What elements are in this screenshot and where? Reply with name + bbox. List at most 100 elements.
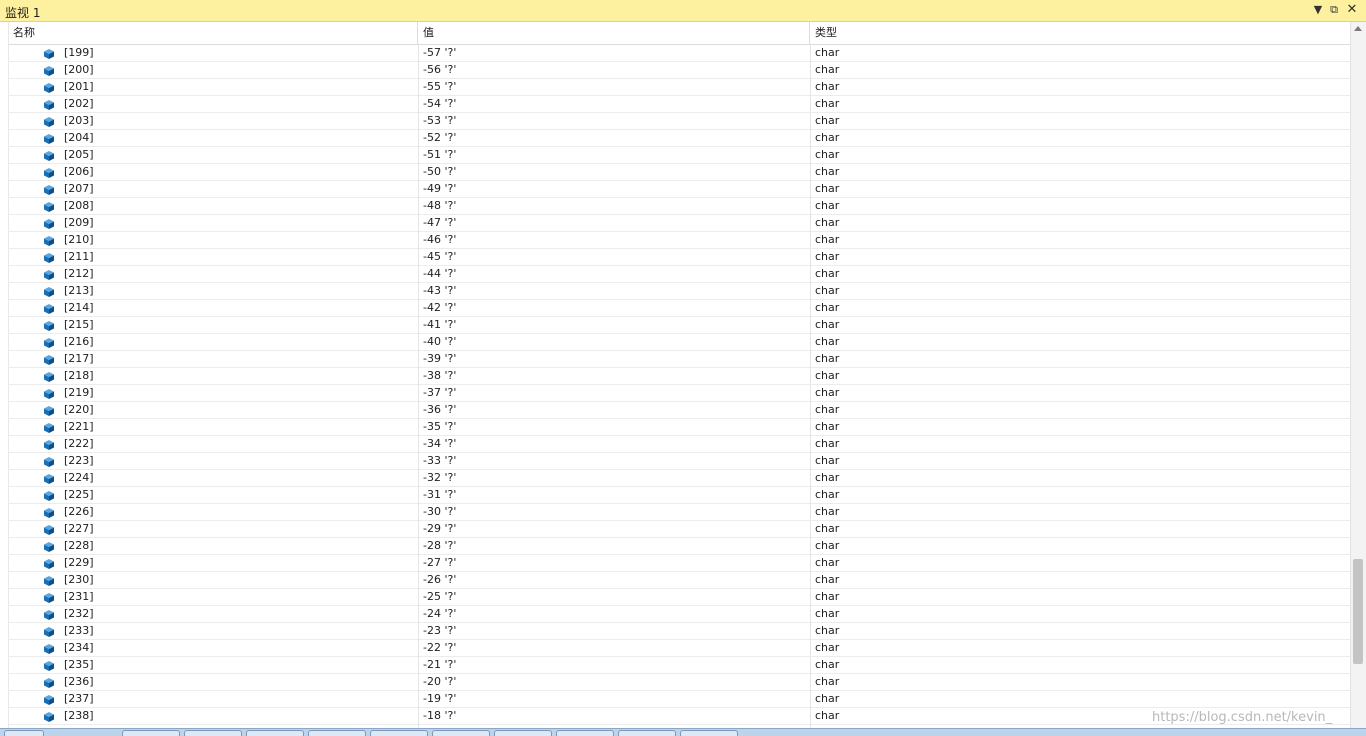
table-row[interactable]: [200] -56 '?' char xyxy=(8,62,1350,79)
table-row[interactable]: [207] -49 '?' char xyxy=(8,181,1350,198)
row-value[interactable]: -48 '?' xyxy=(423,198,456,214)
row-value[interactable]: -38 '?' xyxy=(423,368,456,384)
row-value[interactable]: -36 '?' xyxy=(423,402,456,418)
table-row[interactable]: [236] -20 '?' char xyxy=(8,674,1350,691)
row-value[interactable]: -26 '?' xyxy=(423,572,456,588)
column-header-value[interactable]: 值 xyxy=(418,22,810,44)
table-row[interactable]: [235] -21 '?' char xyxy=(8,657,1350,674)
table-row[interactable]: [232] -24 '?' char xyxy=(8,606,1350,623)
row-value[interactable]: -20 '?' xyxy=(423,674,456,690)
table-row[interactable]: [214] -42 '?' char xyxy=(8,300,1350,317)
table-row[interactable]: [215] -41 '?' char xyxy=(8,317,1350,334)
row-value[interactable]: -21 '?' xyxy=(423,657,456,673)
taskbar-item[interactable] xyxy=(618,730,676,736)
taskbar-item[interactable] xyxy=(432,730,490,736)
taskbar-item[interactable] xyxy=(370,730,428,736)
close-icon[interactable]: ✕ xyxy=(1345,3,1359,17)
row-value[interactable]: -53 '?' xyxy=(423,113,456,129)
taskbar-item[interactable] xyxy=(122,730,180,736)
table-row[interactable]: [217] -39 '?' char xyxy=(8,351,1350,368)
table-row[interactable]: [221] -35 '?' char xyxy=(8,419,1350,436)
column-header-name[interactable]: 名称 xyxy=(8,22,418,44)
row-value[interactable]: -40 '?' xyxy=(423,334,456,350)
column-header-type[interactable]: 类型 xyxy=(810,22,1350,44)
table-row[interactable]: [227] -29 '?' char xyxy=(8,521,1350,538)
row-value[interactable]: -33 '?' xyxy=(423,453,456,469)
row-value[interactable]: -30 '?' xyxy=(423,504,456,520)
taskbar-item[interactable] xyxy=(494,730,552,736)
table-row[interactable]: [237] -19 '?' char xyxy=(8,691,1350,708)
row-value[interactable]: -39 '?' xyxy=(423,351,456,367)
taskbar-item[interactable] xyxy=(680,730,738,736)
table-row[interactable]: [219] -37 '?' char xyxy=(8,385,1350,402)
table-row[interactable]: [220] -36 '?' char xyxy=(8,402,1350,419)
table-row[interactable]: [222] -34 '?' char xyxy=(8,436,1350,453)
table-row[interactable]: [225] -31 '?' char xyxy=(8,487,1350,504)
table-row[interactable]: [212] -44 '?' char xyxy=(8,266,1350,283)
table-row[interactable]: [203] -53 '?' char xyxy=(8,113,1350,130)
row-value[interactable]: -52 '?' xyxy=(423,130,456,146)
float-window-icon[interactable]: ⧉ xyxy=(1327,3,1341,17)
taskbar-item[interactable] xyxy=(246,730,304,736)
vertical-scrollbar[interactable] xyxy=(1350,22,1366,728)
taskbar-start-button[interactable] xyxy=(4,730,44,736)
row-value[interactable]: -45 '?' xyxy=(423,249,456,265)
row-value[interactable]: -47 '?' xyxy=(423,215,456,231)
table-row[interactable]: [223] -33 '?' char xyxy=(8,453,1350,470)
row-value[interactable]: -46 '?' xyxy=(423,232,456,248)
table-row[interactable]: [213] -43 '?' char xyxy=(8,283,1350,300)
row-value[interactable]: -44 '?' xyxy=(423,266,456,282)
row-value[interactable]: -55 '?' xyxy=(423,79,456,95)
table-row[interactable]: [226] -30 '?' char xyxy=(8,504,1350,521)
row-value[interactable]: -42 '?' xyxy=(423,300,456,316)
row-value[interactable]: -25 '?' xyxy=(423,589,456,605)
table-row[interactable]: [206] -50 '?' char xyxy=(8,164,1350,181)
row-value[interactable]: -51 '?' xyxy=(423,147,456,163)
table-row[interactable]: [231] -25 '?' char xyxy=(8,589,1350,606)
scrollbar-thumb[interactable] xyxy=(1353,559,1363,664)
row-value[interactable]: -54 '?' xyxy=(423,96,456,112)
row-value[interactable]: -28 '?' xyxy=(423,538,456,554)
dropdown-icon[interactable]: ▼ xyxy=(1311,3,1325,17)
row-value[interactable]: -50 '?' xyxy=(423,164,456,180)
row-value[interactable]: -34 '?' xyxy=(423,436,456,452)
row-value[interactable]: -43 '?' xyxy=(423,283,456,299)
table-row[interactable]: [229] -27 '?' char xyxy=(8,555,1350,572)
table-row[interactable]: [209] -47 '?' char xyxy=(8,215,1350,232)
table-row[interactable]: [224] -32 '?' char xyxy=(8,470,1350,487)
row-value[interactable]: -49 '?' xyxy=(423,181,456,197)
row-value[interactable]: -41 '?' xyxy=(423,317,456,333)
table-row[interactable]: [218] -38 '?' char xyxy=(8,368,1350,385)
row-value[interactable]: -37 '?' xyxy=(423,385,456,401)
taskbar-item[interactable] xyxy=(308,730,366,736)
row-value[interactable]: -32 '?' xyxy=(423,470,456,486)
table-row[interactable]: [211] -45 '?' char xyxy=(8,249,1350,266)
table-row[interactable]: [234] -22 '?' char xyxy=(8,640,1350,657)
row-value[interactable]: -29 '?' xyxy=(423,521,456,537)
table-row[interactable]: [199] -57 '?' char xyxy=(8,45,1350,62)
table-row[interactable]: [208] -48 '?' char xyxy=(8,198,1350,215)
row-value[interactable]: -22 '?' xyxy=(423,640,456,656)
table-row[interactable]: [201] -55 '?' char xyxy=(8,79,1350,96)
table-row[interactable]: [205] -51 '?' char xyxy=(8,147,1350,164)
row-value[interactable]: -35 '?' xyxy=(423,419,456,435)
taskbar-item[interactable] xyxy=(556,730,614,736)
row-value[interactable]: -24 '?' xyxy=(423,606,456,622)
table-row[interactable]: [216] -40 '?' char xyxy=(8,334,1350,351)
table-row[interactable]: [238] -18 '?' char xyxy=(8,708,1350,725)
row-value[interactable]: -57 '?' xyxy=(423,45,456,61)
taskbar-item[interactable] xyxy=(184,730,242,736)
row-value[interactable]: -23 '?' xyxy=(423,623,456,639)
row-value[interactable]: -31 '?' xyxy=(423,487,456,503)
table-row[interactable]: [230] -26 '?' char xyxy=(8,572,1350,589)
row-value[interactable]: -18 '?' xyxy=(423,708,456,724)
scroll-up-arrow-icon[interactable] xyxy=(1354,26,1362,31)
table-row[interactable]: [210] -46 '?' char xyxy=(8,232,1350,249)
table-row[interactable]: [202] -54 '?' char xyxy=(8,96,1350,113)
row-value[interactable]: -27 '?' xyxy=(423,555,456,571)
table-row[interactable]: [233] -23 '?' char xyxy=(8,623,1350,640)
table-row[interactable]: [228] -28 '?' char xyxy=(8,538,1350,555)
row-value[interactable]: -56 '?' xyxy=(423,62,456,78)
table-row[interactable]: [204] -52 '?' char xyxy=(8,130,1350,147)
row-value[interactable]: -19 '?' xyxy=(423,691,456,707)
